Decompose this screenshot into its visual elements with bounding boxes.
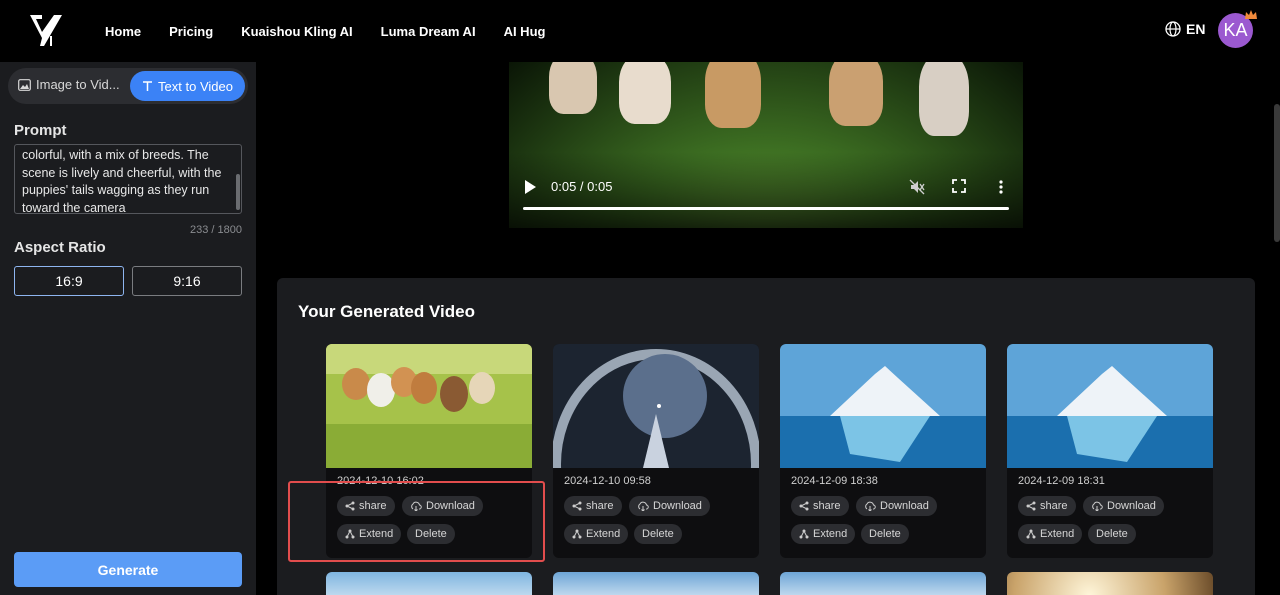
generate-button[interactable]: Generate: [14, 552, 242, 587]
share-icon: [799, 501, 809, 511]
image-icon: [18, 78, 31, 91]
extend-icon: [572, 529, 582, 539]
video-thumbnail[interactable]: [780, 344, 986, 468]
mode-toggle: Image to Vid... Text to Video: [8, 68, 248, 104]
fullscreen-icon[interactable]: [952, 179, 966, 193]
download-cloud-icon: [638, 501, 649, 511]
mute-icon[interactable]: [909, 179, 925, 195]
text-icon: [143, 81, 153, 91]
extend-button[interactable]: Extend: [791, 524, 856, 544]
download-cloud-icon: [1092, 501, 1103, 511]
puppy-figure: [705, 62, 761, 128]
language-switch[interactable]: EN: [1165, 21, 1205, 37]
video-card[interactable]: 2024-12-10 09:58 share Download Extend D…: [553, 344, 759, 558]
play-icon[interactable]: [525, 180, 536, 194]
video-date: 2024-12-09 18:31: [1018, 475, 1105, 487]
download-cloud-icon: [865, 501, 876, 511]
extend-icon: [1026, 529, 1036, 539]
extend-button[interactable]: Extend: [1018, 524, 1083, 544]
delete-button[interactable]: Delete: [634, 524, 682, 544]
nav-ai-hug[interactable]: AI Hug: [504, 24, 546, 39]
video-thumbnail[interactable]: [553, 344, 759, 468]
video-thumbnail[interactable]: [1007, 344, 1213, 468]
video-thumbnail[interactable]: [553, 572, 759, 595]
share-label: share: [1040, 500, 1068, 512]
extend-icon: [799, 529, 809, 539]
top-header: Home Pricing Kuaishou Kling AI Luma Drea…: [0, 0, 1280, 62]
video-progress-bar[interactable]: [523, 207, 1009, 210]
video-date: 2024-12-09 18:38: [791, 475, 878, 487]
logo-icon[interactable]: [28, 12, 64, 50]
download-button[interactable]: Download: [629, 496, 710, 516]
page-scrollbar[interactable]: [1274, 104, 1280, 242]
nav-pricing[interactable]: Pricing: [169, 24, 213, 39]
share-button[interactable]: share: [1018, 496, 1076, 516]
download-label: Download: [880, 500, 929, 512]
video-card[interactable]: 2024-12-09 18:38 share Download Extend D…: [780, 344, 986, 558]
extend-button[interactable]: Extend: [564, 524, 629, 544]
share-label: share: [813, 500, 841, 512]
delete-button[interactable]: Delete: [861, 524, 909, 544]
extend-label: Extend: [586, 528, 621, 540]
puppy-figure: [829, 62, 883, 126]
share-icon: [572, 501, 582, 511]
nav-home[interactable]: Home: [105, 24, 141, 39]
share-button[interactable]: share: [791, 496, 849, 516]
ratio-16-9-button[interactable]: 16:9: [14, 266, 124, 296]
avatar-initials: KA: [1223, 20, 1248, 40]
extend-label: Extend: [1040, 528, 1075, 540]
share-icon: [1026, 501, 1036, 511]
more-options-icon[interactable]: [998, 179, 1004, 195]
generated-section-title: Your Generated Video: [298, 302, 475, 321]
aspect-ratio-label: Aspect Ratio: [14, 239, 106, 256]
download-label: Download: [653, 500, 702, 512]
tab-image-label: Image to Vid...: [36, 77, 120, 92]
video-time: 0:05 / 0:05: [551, 179, 613, 194]
share-label: share: [586, 500, 614, 512]
video-card[interactable]: 2024-12-09 18:31 share Download Extend D…: [1007, 344, 1213, 558]
nav-kling[interactable]: Kuaishou Kling AI: [241, 24, 352, 39]
puppy-figure: [619, 62, 671, 124]
share-button[interactable]: share: [564, 496, 622, 516]
extend-label: Extend: [813, 528, 848, 540]
video-thumbnail[interactable]: [326, 344, 532, 468]
puppy-figure: [549, 62, 597, 114]
video-thumbnail[interactable]: [326, 572, 532, 595]
tab-image-to-video[interactable]: Image to Vid...: [18, 77, 120, 92]
tab-text-to-video[interactable]: Text to Video: [130, 71, 245, 101]
download-label: Download: [1107, 500, 1156, 512]
video-player[interactable]: 0:05 / 0:05: [509, 62, 1023, 228]
delete-button[interactable]: Delete: [1088, 524, 1136, 544]
download-button[interactable]: Download: [856, 496, 937, 516]
prompt-label: Prompt: [14, 122, 67, 139]
prompt-input[interactable]: colorful, with a mix of breeds. The scen…: [14, 144, 242, 214]
globe-icon: [1165, 21, 1181, 37]
tab-text-label: Text to Video: [158, 78, 233, 94]
main-nav: Home Pricing Kuaishou Kling AI Luma Drea…: [105, 0, 545, 62]
char-counter: 233 / 1800: [190, 224, 242, 236]
sidebar: Image to Vid... Text to Video Prompt col…: [0, 62, 256, 595]
download-button[interactable]: Download: [1083, 496, 1164, 516]
highlight-box: [288, 481, 545, 562]
prompt-scrollbar[interactable]: [236, 174, 240, 210]
video-thumbnail[interactable]: [780, 572, 986, 595]
video-date: 2024-12-10 09:58: [564, 475, 651, 487]
ratio-9-16-button[interactable]: 9:16: [132, 266, 242, 296]
crown-icon: [1245, 10, 1257, 19]
video-thumbnail[interactable]: [1007, 572, 1213, 595]
nav-luma[interactable]: Luma Dream AI: [381, 24, 476, 39]
language-label: EN: [1186, 21, 1206, 37]
puppy-figure: [919, 62, 969, 136]
